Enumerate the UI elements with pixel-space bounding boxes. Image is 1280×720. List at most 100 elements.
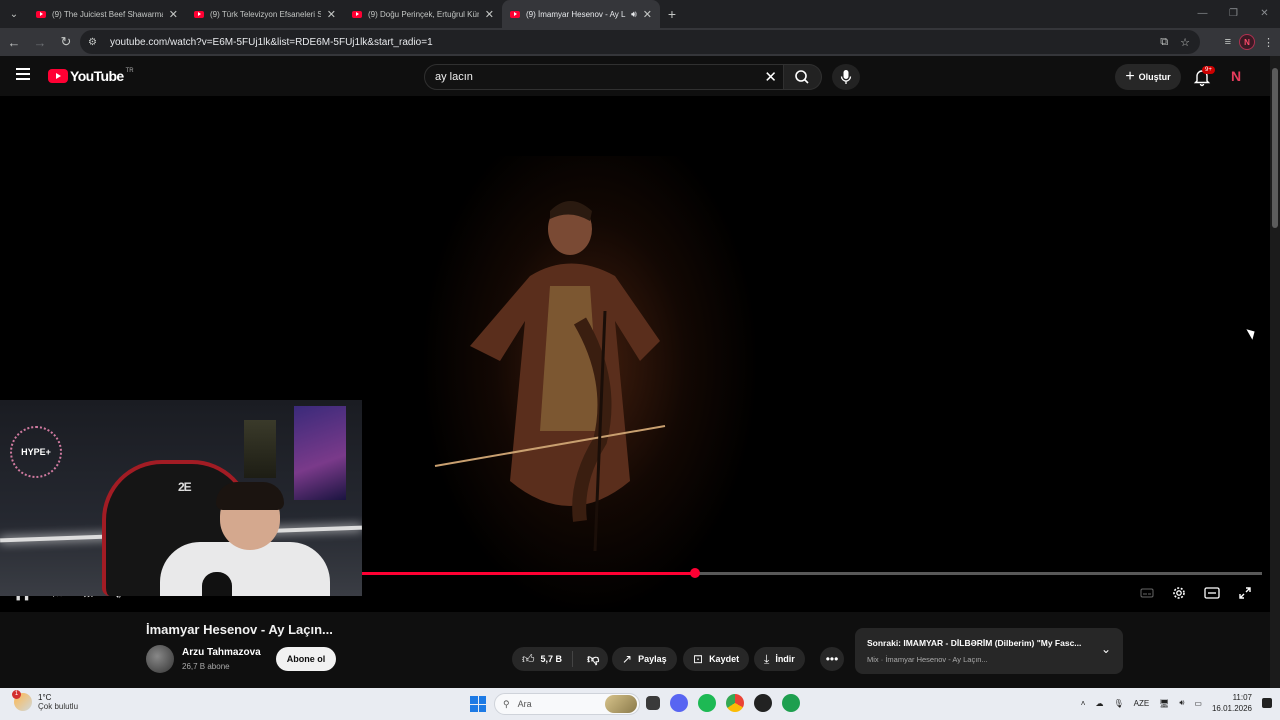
- back-icon[interactable]: ←: [2, 30, 26, 54]
- start-windows-icon[interactable]: [470, 696, 486, 712]
- chevron-up-icon[interactable]: ˄: [1081, 699, 1086, 708]
- hamburger-menu-icon[interactable]: [16, 68, 30, 82]
- scrollbar-thumb[interactable]: [1272, 68, 1278, 228]
- install-icon[interactable]: ⧉: [1160, 36, 1168, 49]
- speaker-icon[interactable]: 🔊︎: [631, 9, 637, 20]
- share-label: Paylaş: [638, 654, 667, 664]
- profile-avatar[interactable]: N: [1239, 34, 1255, 50]
- plus-icon: +: [1125, 68, 1135, 85]
- download-icon: ⤓: [764, 651, 770, 666]
- subscribe-button[interactable]: Abone ol: [276, 647, 336, 671]
- notification-center-icon[interactable]: [1262, 698, 1272, 708]
- cloud-sync-icon[interactable]: ☁︎: [1095, 699, 1103, 708]
- volume-icon[interactable]: 🔊︎: [1179, 698, 1184, 708]
- screen: ⌄ (9) The Juiciest Beef Shawarma ✕ (9) T…: [0, 0, 1280, 720]
- microphone-icon[interactable]: 🎙︎: [1113, 699, 1123, 708]
- channel-avatar[interactable]: [146, 645, 174, 673]
- language-indicator[interactable]: AZE: [1134, 699, 1150, 708]
- chevron-down-icon[interactable]: ⌄: [1101, 642, 1111, 656]
- clear-search-icon[interactable]: ✕: [764, 68, 777, 86]
- bookmark-star-icon[interactable]: ☆: [1180, 36, 1190, 49]
- tab-title: (9) İmamyar Hesenov - Ay L: [526, 9, 626, 19]
- tab-search-icon[interactable]: ⌄: [0, 0, 28, 28]
- seek-handle[interactable]: [690, 568, 700, 578]
- minimize-icon[interactable]: —: [1187, 0, 1218, 28]
- chrome-menu-icon[interactable]: ⋮: [1263, 36, 1274, 49]
- seek-bar[interactable]: [362, 568, 1262, 578]
- task-view-icon[interactable]: [646, 696, 660, 710]
- forward-icon[interactable]: →: [28, 30, 52, 54]
- tab-1[interactable]: (9) Türk Televizyon Efsaneleri Sp ✕: [186, 0, 344, 28]
- thumbs-down-icon[interactable]: 👎︎: [579, 652, 607, 667]
- tab-close-icon[interactable]: ✕: [643, 8, 652, 21]
- window-controls: — ❐ ✕: [1187, 0, 1280, 28]
- taskbar-search-placeholder: Ara: [517, 699, 532, 709]
- like-count: 5,7 B: [540, 654, 563, 664]
- network-icon[interactable]: 🖥︎: [1159, 699, 1169, 708]
- clock-time: 11:07: [1232, 693, 1252, 702]
- fullscreen-icon[interactable]: [1238, 586, 1252, 600]
- thumbs-up-icon: 👍︎: [522, 651, 535, 666]
- tab-3-active[interactable]: (9) İmamyar Hesenov - Ay L 🔊︎ ✕: [502, 0, 660, 28]
- restore-icon[interactable]: ❐: [1218, 0, 1249, 28]
- system-tray: ˄ ☁︎ 🎙︎ AZE 🖥︎ 🔊︎ ▭ 11:07 16.01.2026: [1081, 692, 1272, 714]
- download-button[interactable]: ⤓ İndir: [754, 647, 805, 671]
- tab-close-icon[interactable]: ✕: [169, 8, 178, 21]
- clock[interactable]: 11:07 16.01.2026: [1212, 692, 1252, 714]
- tab-close-icon[interactable]: ✕: [327, 8, 336, 21]
- weather-badge: 1: [12, 690, 21, 699]
- up-next-card[interactable]: Sonraki: IMAMYAR - DİLBƏRİM (Dilberim) "…: [855, 628, 1123, 674]
- streamer: [150, 482, 330, 596]
- watch-metadata: İmamyar Hesenov - Ay Laçın... Arzu Tahma…: [0, 612, 1270, 688]
- tab-0[interactable]: (9) The Juiciest Beef Shawarma ✕: [28, 0, 186, 28]
- battery-icon[interactable]: ▭: [1194, 699, 1202, 708]
- page-scrollbar[interactable]: [1270, 56, 1280, 688]
- search-input[interactable]: ay lacın ✕: [424, 64, 784, 90]
- steam-icon[interactable]: [754, 694, 772, 712]
- url-text[interactable]: youtube.com/watch?v=E6M-5FUj1lk&list=RDE…: [110, 37, 433, 48]
- address-bar[interactable]: ⚙︎ youtube.com/watch?v=E6M-5FUj1lk&list=…: [80, 30, 1200, 54]
- new-tab-icon[interactable]: +: [660, 6, 684, 22]
- account-avatar[interactable]: N: [1231, 68, 1247, 84]
- streamer-shirt: [160, 542, 330, 596]
- taskbar-pinned-apps: [646, 694, 800, 712]
- spotify-icon[interactable]: [698, 694, 716, 712]
- subtitles-icon[interactable]: [1140, 586, 1154, 600]
- tab-close-icon[interactable]: ✕: [485, 8, 494, 21]
- logo-wordmark: YouTube: [70, 68, 124, 84]
- browser-tabstrip: ⌄ (9) The Juiciest Beef Shawarma ✕ (9) T…: [0, 0, 1280, 28]
- create-button[interactable]: + Oluştur: [1115, 64, 1181, 90]
- chrome-icon[interactable]: [726, 694, 744, 712]
- whatsapp-icon[interactable]: [782, 694, 800, 712]
- search-icon: ⚲: [503, 698, 510, 709]
- weather-widget[interactable]: 1 1°C Çok bulutlu: [12, 690, 79, 711]
- weather-desc: Çok bulutlu: [38, 702, 79, 711]
- media-control-icon[interactable]: ≡: [1225, 36, 1231, 48]
- settings-gear-icon[interactable]: [1172, 586, 1186, 600]
- theater-mode-icon[interactable]: [1204, 586, 1220, 600]
- player-right-controls: [1140, 586, 1252, 600]
- wall-poster: [244, 420, 276, 478]
- youtube-favicon-icon: [194, 10, 204, 18]
- share-button[interactable]: ↗ Paylaş: [612, 647, 677, 671]
- more-actions-icon[interactable]: •••: [820, 647, 844, 671]
- close-window-icon[interactable]: ✕: [1249, 0, 1280, 28]
- reload-icon[interactable]: ↻: [54, 30, 78, 54]
- tab-title: (9) Doğu Perinçek, Ertuğrul Kür: [368, 9, 479, 19]
- youtube-logo[interactable]: YouTube TR: [48, 68, 134, 84]
- search-button[interactable]: [784, 64, 822, 90]
- clock-date: 16.01.2026: [1211, 704, 1252, 713]
- tab-title: (9) The Juiciest Beef Shawarma: [52, 9, 163, 19]
- site-info-icon[interactable]: ⚙︎: [88, 37, 102, 48]
- like-button[interactable]: 👍︎ 5,7 B: [512, 651, 574, 667]
- discord-icon[interactable]: [670, 694, 688, 712]
- cloud-icon: 1: [12, 690, 32, 711]
- taskbar-search-box[interactable]: ⚲ Ara: [494, 693, 640, 715]
- youtube-favicon-icon: [510, 10, 520, 18]
- save-button[interactable]: ⊡ Kaydet: [683, 647, 750, 671]
- tab-2[interactable]: (9) Doğu Perinçek, Ertuğrul Kür ✕: [344, 0, 502, 28]
- search-query[interactable]: ay lacın: [435, 71, 473, 83]
- channel-name[interactable]: Arzu Tahmazova: [182, 647, 261, 658]
- notification-count-badge: 9+: [1202, 66, 1215, 74]
- voice-search-button[interactable]: [832, 64, 860, 90]
